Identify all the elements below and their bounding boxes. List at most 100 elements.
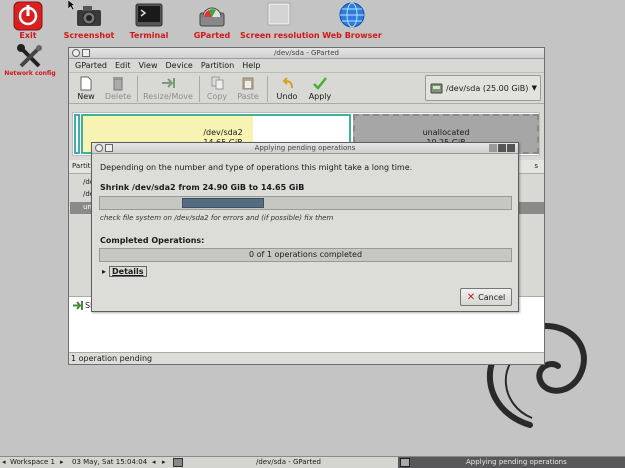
gparted-icon: [199, 7, 225, 27]
paste-icon: [240, 75, 256, 91]
status-bar: 1 operation pending: [69, 352, 544, 364]
apply-button[interactable]: Apply: [307, 75, 333, 101]
undo-arrow-icon: [279, 75, 295, 91]
completed-operations-progress: 0 of 1 operations completed: [99, 248, 512, 262]
desktop-label: Web Browser: [322, 31, 382, 40]
disk-icon: [430, 83, 443, 94]
toolbar-separator: [137, 76, 138, 102]
column-header-flags: s: [534, 162, 538, 170]
menu-help[interactable]: Help: [242, 61, 260, 70]
window-sticky-icon[interactable]: [82, 49, 90, 57]
mouse-cursor-icon: [68, 0, 76, 10]
column-header-partition: Partiti: [72, 162, 93, 170]
maximize-icon[interactable]: [498, 144, 506, 152]
power-icon: [13, 1, 43, 31]
workspace-next-icon[interactable]: ▸: [60, 457, 64, 468]
partition-sda2-name: /dev/sda2: [203, 128, 243, 137]
desktop-icon-exit[interactable]: Exit: [10, 1, 46, 40]
menu-device[interactable]: Device: [165, 61, 192, 70]
completed-operations-text: 0 of 1 operations completed: [248, 250, 363, 259]
desktop-icon-web-browser[interactable]: Web Browser: [320, 1, 384, 40]
taskbar-item-apply-label: Applying pending operations: [466, 458, 567, 466]
desktop-label: Screen resolution: [240, 31, 320, 40]
cancel-button-label: Cancel: [478, 292, 506, 302]
delete-button-label: Delete: [104, 92, 132, 101]
sub-operation-label: check file system on /dev/sda2 for error…: [100, 214, 334, 222]
progress-fill: [182, 198, 264, 208]
paste-button-label: Paste: [237, 92, 259, 101]
paste-button[interactable]: Paste: [235, 75, 261, 101]
checkmark-icon: [312, 75, 328, 91]
monitor-icon: [267, 2, 291, 26]
desktop-label: Screenshot: [63, 31, 115, 40]
device-selector[interactable]: /dev/sda (25.00 GiB) ▼: [425, 75, 541, 101]
expander-arrow-icon: ▸: [102, 267, 107, 276]
resize-arrow-icon: [160, 75, 176, 91]
desktop-icon-terminal[interactable]: Terminal: [126, 1, 172, 40]
workspace-switcher[interactable]: Workspace 1: [10, 457, 55, 468]
desktop-icon-gparted[interactable]: GParted: [190, 1, 234, 40]
minimize-icon[interactable]: [489, 144, 497, 152]
resize-move-label: Resize/Move: [143, 92, 193, 101]
delete-button[interactable]: Delete: [103, 75, 133, 101]
apply-operations-dialog: Applying pending operations Depending on…: [91, 142, 519, 312]
new-button[interactable]: New: [75, 75, 97, 101]
desktop-label: Exit: [19, 31, 37, 40]
window-title: /dev/sda - GParted: [274, 49, 339, 57]
current-operation-progress: [99, 196, 512, 210]
close-icon[interactable]: [507, 144, 515, 152]
tools-icon: [17, 44, 42, 68]
trash-icon: [110, 75, 126, 91]
toolbar-separator: [199, 76, 200, 102]
apply-button-label: Apply: [308, 92, 332, 101]
menubar: GParted Edit View Device Partition Help: [69, 59, 544, 73]
new-document-icon: [78, 75, 94, 91]
desktop-label: Network config: [4, 70, 56, 77]
desktop-icon-network-config[interactable]: Network config: [2, 44, 58, 77]
desktop-label: GParted: [193, 31, 231, 40]
gparted-task-icon: [173, 458, 183, 468]
workspace-prev-icon[interactable]: ◂: [2, 457, 6, 468]
partition-sda1-block[interactable]: [74, 114, 80, 154]
menu-view[interactable]: View: [139, 61, 158, 70]
details-expander[interactable]: ▸ Details: [102, 266, 147, 277]
resize-arrow-icon: [73, 301, 83, 310]
window-titlebar[interactable]: /dev/sda - GParted: [69, 48, 544, 59]
window-menu-icon[interactable]: [72, 49, 80, 57]
taskbar-item-apply-dialog[interactable]: Applying pending operations: [398, 457, 625, 468]
taskbar-scroll-left-icon[interactable]: ◂: [152, 457, 156, 468]
undo-button[interactable]: Undo: [275, 75, 299, 101]
dialog-task-icon: [400, 458, 410, 467]
unallocated-name: unallocated: [422, 128, 470, 137]
menu-gparted[interactable]: GParted: [75, 61, 107, 70]
copy-button[interactable]: Copy: [205, 75, 229, 101]
menu-partition[interactable]: Partition: [201, 61, 234, 70]
device-selector-label: /dev/sda (25.00 GiB): [446, 83, 529, 93]
window-sticky-icon[interactable]: [105, 144, 113, 152]
taskbar: ◂ Workspace 1 ▸ 03 May, Sat 15:04:04 ◂ ▸…: [0, 456, 625, 468]
undo-button-label: Undo: [276, 92, 298, 101]
desktop-label: Terminal: [129, 31, 169, 40]
window-menu-icon[interactable]: [95, 144, 103, 152]
copy-button-label: Copy: [206, 92, 228, 101]
completed-operations-label: Completed Operations:: [100, 236, 205, 245]
taskbar-scroll-right-icon[interactable]: ▸: [162, 457, 166, 468]
dialog-titlebar[interactable]: Applying pending operations: [92, 143, 518, 154]
globe-icon: [339, 2, 365, 28]
cancel-button[interactable]: ✕ Cancel: [460, 288, 512, 306]
cancel-x-icon: ✕: [466, 291, 476, 303]
terminal-icon: [135, 3, 163, 27]
resize-move-button[interactable]: Resize/Move: [141, 75, 195, 101]
taskbar-item-gparted[interactable]: /dev/sda - GParted: [256, 457, 321, 468]
toolbar-separator: [267, 76, 268, 102]
toolbar: New Delete Resize/Move Copy Paste Undo A…: [69, 73, 544, 104]
camera-icon: [77, 6, 101, 26]
dialog-title: Applying pending operations: [254, 144, 356, 152]
copy-icon: [209, 75, 225, 91]
clock: 03 May, Sat 15:04:04: [72, 458, 148, 466]
new-button-label: New: [77, 92, 95, 101]
desktop-icon-screen-resolution[interactable]: Screen resolution: [240, 1, 320, 40]
dialog-message: Depending on the number and type of oper…: [100, 163, 413, 172]
dropdown-arrow-icon: ▼: [531, 84, 537, 92]
menu-edit[interactable]: Edit: [115, 61, 131, 70]
